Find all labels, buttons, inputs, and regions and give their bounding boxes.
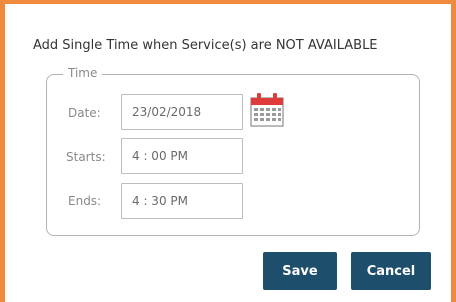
starts-label: Starts: <box>66 150 106 164</box>
calendar-icon[interactable] <box>250 92 284 128</box>
starts-input[interactable]: 4 : 00 PM <box>121 138 243 174</box>
ends-label: Ends: <box>68 194 102 208</box>
cancel-button[interactable]: Cancel <box>351 252 431 290</box>
ends-value: 4 : 30 PM <box>132 194 188 208</box>
save-button[interactable]: Save <box>263 252 337 290</box>
date-input[interactable]: 23/02/2018 <box>121 94 243 130</box>
date-label: Date: <box>68 106 101 120</box>
starts-value: 4 : 00 PM <box>132 149 188 163</box>
date-value: 23/02/2018 <box>132 105 202 119</box>
dialog-title: Add Single Time when Service(s) are NOT … <box>33 38 378 53</box>
ends-input[interactable]: 4 : 30 PM <box>121 183 243 219</box>
time-legend: Time <box>63 66 103 80</box>
